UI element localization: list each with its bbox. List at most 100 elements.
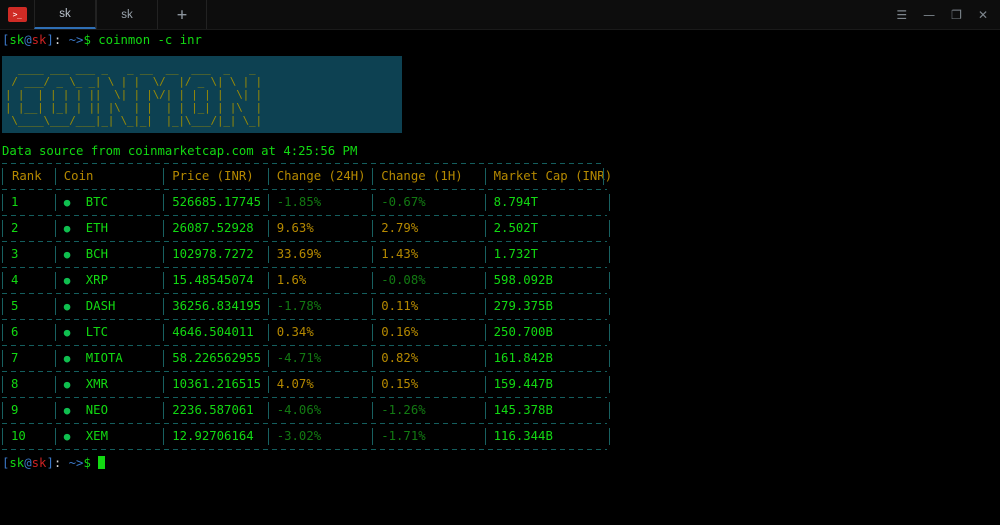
- coin-symbol: MIOTA: [86, 352, 123, 365]
- cell-coin: ●MIOTA: [56, 352, 163, 365]
- table-border-right: [609, 246, 610, 263]
- cell-change-24h: 33.69%: [269, 248, 372, 261]
- cell-change-1h: 0.11%: [373, 300, 484, 313]
- cell-change-24h: 4.07%: [269, 378, 372, 391]
- coin-symbol: XMR: [86, 378, 108, 391]
- cell-coin: ●BTC: [56, 196, 163, 209]
- header-coin: Coin: [56, 170, 163, 183]
- table-row: 6●LTC4646.5040110.34%0.16%250.700B: [2, 320, 611, 345]
- cell-change-1h: 1.43%: [373, 248, 484, 261]
- crypto-table: Rank Coin Price (INR) Change (24H) Chang…: [2, 163, 611, 450]
- terminal-output[interactable]: [sk@sk]: ~>$ coinmon -c inr ____ ___ ___…: [0, 30, 1000, 471]
- table-row: 5●DASH36256.834195-1.78%0.11%279.375B: [2, 294, 611, 319]
- table-border-right: [609, 272, 610, 289]
- coin-icon: ●: [64, 326, 86, 339]
- cell-price: 10361.216515: [164, 378, 267, 391]
- prompt-user: sk: [9, 456, 24, 470]
- coin-icon: ●: [64, 430, 86, 443]
- cell-change-1h: -1.26%: [373, 404, 484, 417]
- plus-icon: +: [177, 5, 187, 25]
- cell-change-1h: -1.71%: [373, 430, 484, 443]
- cell-price: 26087.52928: [164, 222, 267, 235]
- coin-symbol: BCH: [86, 248, 108, 261]
- cell-rank: 7: [3, 352, 55, 365]
- cell-change-1h: -0.67%: [373, 196, 484, 209]
- table-border-right: [609, 298, 610, 315]
- header-change-1h: Change (1H): [373, 170, 484, 183]
- header-price: Price (INR): [164, 170, 267, 183]
- cell-rank: 10: [3, 430, 55, 443]
- coin-icon: ●: [64, 352, 86, 365]
- cell-change-1h: 0.16%: [373, 326, 484, 339]
- cell-change-24h: -3.02%: [269, 430, 372, 443]
- table-border-right: [609, 220, 610, 237]
- cell-coin: ●DASH: [56, 300, 163, 313]
- cell-change-24h: 0.34%: [269, 326, 372, 339]
- coin-symbol: XEM: [86, 430, 108, 443]
- coin-icon: ●: [64, 274, 86, 287]
- table-bottom-border: [2, 449, 607, 450]
- cell-coin: ●BCH: [56, 248, 163, 261]
- minimize-icon[interactable]: —: [923, 9, 935, 21]
- maximize-icon[interactable]: ❐: [951, 9, 962, 21]
- cell-change-24h: -1.85%: [269, 196, 372, 209]
- hamburger-menu-icon[interactable]: ☰: [896, 9, 907, 21]
- coin-symbol: ETH: [86, 222, 108, 235]
- table-row: 2●ETH26087.529289.63%2.79%2.502T: [2, 216, 611, 241]
- table-body: 1●BTC526685.17745-1.85%-0.67%8.794T2●ETH…: [2, 189, 611, 450]
- window-titlebar: >_ sk sk + ☰ — ❐ ✕: [0, 0, 1000, 30]
- prompt-at: @: [24, 33, 31, 47]
- cell-change-24h: -1.78%: [269, 300, 372, 313]
- table-row: 3●BCH102978.727233.69%1.43%1.732T: [2, 242, 611, 267]
- bottom-prompt-line[interactable]: [sk@sk]: ~>$: [2, 456, 1000, 470]
- close-icon[interactable]: ✕: [978, 9, 988, 21]
- cell-price: 12.92706164: [164, 430, 267, 443]
- coin-symbol: BTC: [86, 196, 108, 209]
- window-controls: ☰ — ❐ ✕: [896, 0, 994, 29]
- cell-rank: 3: [3, 248, 55, 261]
- prompt-host: sk: [32, 33, 47, 47]
- prompt-dollar: $: [83, 456, 90, 470]
- table-border-right: [609, 324, 610, 341]
- cell-rank: 1: [3, 196, 55, 209]
- cell-price: 102978.7272: [164, 248, 267, 261]
- command-prompt-line: [sk@sk]: ~>$ coinmon -c inr: [0, 34, 1000, 47]
- table-border-right: [609, 402, 610, 419]
- cell-market-cap: 598.092B: [486, 274, 611, 287]
- cell-market-cap: 279.375B: [486, 300, 611, 313]
- prompt-dollar: $: [83, 33, 90, 47]
- coin-symbol: NEO: [86, 404, 108, 417]
- tab-sk-2[interactable]: sk: [96, 0, 158, 29]
- header-rank: Rank: [3, 170, 55, 183]
- table-row: 8●XMR10361.2165154.07%0.15%159.447B: [2, 372, 611, 397]
- cell-price: 4646.504011: [164, 326, 267, 339]
- table-row: 10●XEM12.92706164-3.02%-1.71%116.344B: [2, 424, 611, 449]
- cell-change-1h: -0.08%: [373, 274, 484, 287]
- table-row: 4●XRP15.485450741.6%-0.08%598.092B: [2, 268, 611, 293]
- coin-symbol: XRP: [86, 274, 108, 287]
- cell-change-24h: 1.6%: [269, 274, 372, 287]
- cell-change-24h: -4.71%: [269, 352, 372, 365]
- coin-icon: ●: [64, 378, 86, 391]
- entered-command: coinmon -c inr: [91, 33, 202, 47]
- cell-change-1h: 0.15%: [373, 378, 484, 391]
- cell-market-cap: 161.842B: [486, 352, 611, 365]
- coin-icon: ●: [64, 248, 86, 261]
- new-tab-button[interactable]: +: [158, 0, 207, 29]
- cell-change-24h: -4.06%: [269, 404, 372, 417]
- table-row: 7●MIOTA58.226562955-4.71%0.82%161.842B: [2, 346, 611, 371]
- tab-sk-1[interactable]: sk: [34, 0, 96, 29]
- terminal-cursor: [98, 456, 105, 469]
- cell-price: 58.226562955: [164, 352, 267, 365]
- coin-icon: ●: [64, 196, 86, 209]
- cell-price: 526685.17745: [164, 196, 267, 209]
- coin-symbol: DASH: [86, 300, 116, 313]
- cell-coin: ●XEM: [56, 430, 163, 443]
- prompt-path: ~>: [61, 33, 83, 47]
- coin-icon: ●: [64, 222, 86, 235]
- cell-market-cap: 8.794T: [486, 196, 611, 209]
- cell-market-cap: 2.502T: [486, 222, 611, 235]
- prompt-at: @: [24, 456, 31, 470]
- header-change-24h: Change (24H): [269, 170, 372, 183]
- prompt-close-bracket: ]: [46, 456, 53, 470]
